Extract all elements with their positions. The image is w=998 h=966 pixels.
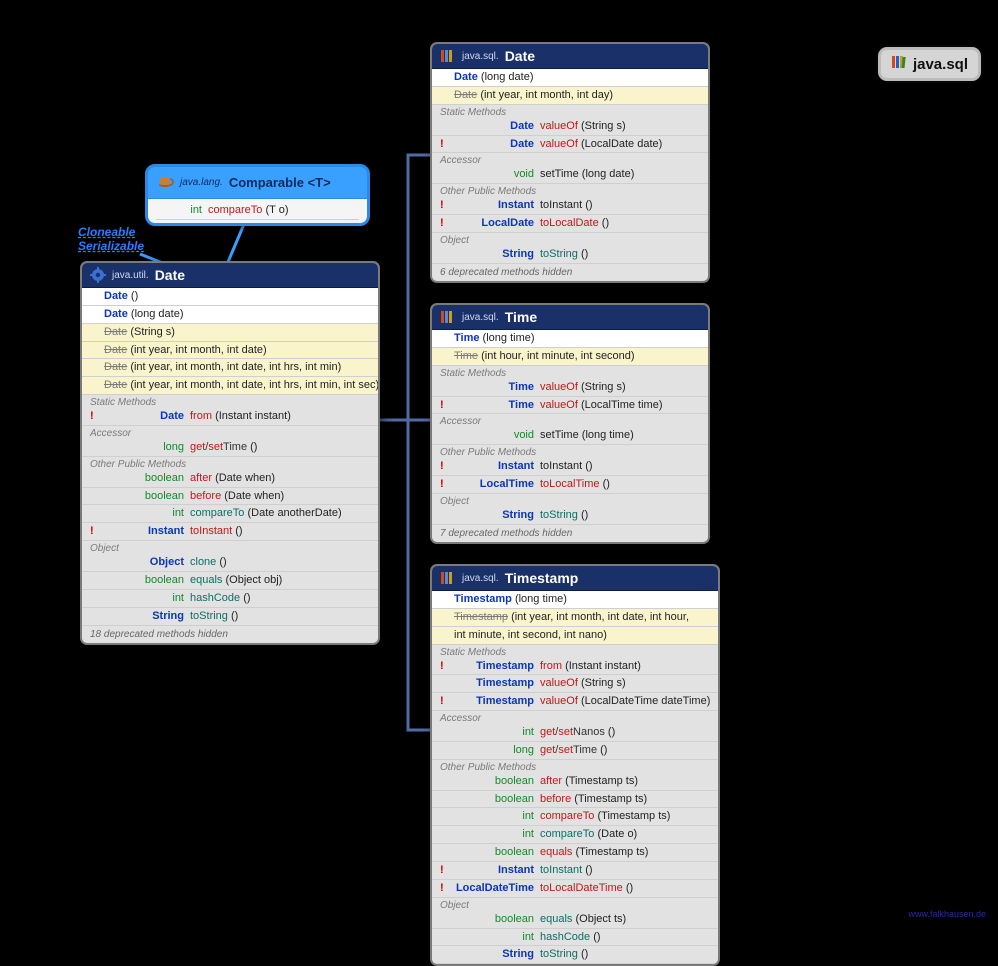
method-row: voidsetTime (long time) bbox=[432, 427, 708, 445]
method-row: intcompareTo (Timestamp ts) bbox=[432, 808, 718, 826]
method-row: !InstanttoInstant () bbox=[82, 523, 378, 541]
section-header: Accessor bbox=[432, 153, 708, 166]
comparable-pkg: java.lang. bbox=[180, 177, 223, 188]
books-icon bbox=[440, 48, 456, 64]
package-badge-label: java.sql bbox=[913, 56, 968, 73]
class-card-sql-time: java.sql.Time Time (long time)Time (int … bbox=[430, 303, 710, 544]
constructor-row: Date () bbox=[82, 288, 378, 306]
method-row: TimevalueOf (String s) bbox=[432, 379, 708, 397]
method-row: intcompareTo (Date anotherDate) bbox=[82, 505, 378, 523]
books-icon bbox=[440, 570, 456, 586]
comparable-chip: java.lang. Comparable <T> int compareTo (… bbox=[145, 164, 370, 226]
method-row: booleanafter (Timestamp ts) bbox=[432, 773, 718, 791]
card-header: java.sql.Time bbox=[432, 305, 708, 330]
constructor-row: Date (int year, int month, int day) bbox=[432, 87, 708, 105]
method-row: StringtoString () bbox=[432, 946, 718, 964]
constructor-row: Date (int year, int month, int date, int… bbox=[82, 359, 378, 377]
method-row: !LocalDatetoLocalDate () bbox=[432, 215, 708, 233]
section-header: Other Public Methods bbox=[432, 760, 718, 773]
method-row: booleanequals (Object obj) bbox=[82, 572, 378, 590]
section-header: Object bbox=[432, 494, 708, 507]
method-row: !Timestampfrom (Instant instant) bbox=[432, 658, 718, 676]
constructor-row: int minute, int second, int nano) bbox=[432, 627, 718, 645]
section-header: Static Methods bbox=[432, 105, 708, 118]
method-row: booleanbefore (Date when) bbox=[82, 488, 378, 506]
constructor-row: Date (long date) bbox=[82, 306, 378, 324]
section-header: Static Methods bbox=[82, 395, 378, 408]
gear-icon bbox=[90, 267, 106, 283]
method-row: !LocalDateTimetoLocalDateTime () bbox=[432, 880, 718, 898]
method-row: Objectclone () bbox=[82, 554, 378, 572]
constructor-row: Date (int year, int month, int date) bbox=[82, 342, 378, 360]
constructor-row: Date (String s) bbox=[82, 324, 378, 342]
section-header: Other Public Methods bbox=[82, 457, 378, 470]
constructor-row: Timestamp (long time) bbox=[432, 591, 718, 609]
constructor-row: Date (int year, int month, int date, int… bbox=[82, 377, 378, 395]
class-card-util-date: java.util.Date Date ()Date (long date)Da… bbox=[80, 261, 380, 645]
method-row: booleanbefore (Timestamp ts) bbox=[432, 791, 718, 809]
section-header: Accessor bbox=[82, 426, 378, 439]
method-row: booleanequals (Object ts) bbox=[432, 911, 718, 929]
method-row: !DatevalueOf (LocalDate date) bbox=[432, 136, 708, 154]
method-row: !Datefrom (Instant instant) bbox=[82, 408, 378, 426]
interfaces-label: Cloneable Serializable bbox=[78, 226, 144, 254]
constructor-row: Date (long date) bbox=[432, 69, 708, 87]
section-header: Static Methods bbox=[432, 645, 718, 658]
card-header: java.sql.Date bbox=[432, 44, 708, 69]
footnote: 18 deprecated methods hidden bbox=[82, 626, 378, 643]
card-header: java.util.Date bbox=[82, 263, 378, 288]
constructor-row: Timestamp (int year, int month, int date… bbox=[432, 609, 718, 627]
method-row: StringtoString () bbox=[432, 507, 708, 525]
section-header: Object bbox=[432, 898, 718, 911]
section-header: Object bbox=[82, 541, 378, 554]
method-row: !TimevalueOf (LocalTime time) bbox=[432, 397, 708, 415]
footnote: 7 deprecated methods hidden bbox=[432, 525, 708, 542]
section-header: Other Public Methods bbox=[432, 445, 708, 458]
method-row: intcompareTo (Date o) bbox=[432, 826, 718, 844]
comparable-type-param: <T> bbox=[308, 175, 331, 190]
method-row: longget/setTime () bbox=[82, 439, 378, 457]
method-row: inthashCode () bbox=[432, 929, 718, 947]
method-row: !InstanttoInstant () bbox=[432, 458, 708, 476]
method-row: intget/setNanos () bbox=[432, 724, 718, 742]
constructor-row: Time (long time) bbox=[432, 330, 708, 348]
method-row: booleanequals (Timestamp ts) bbox=[432, 844, 718, 862]
class-card-sql-timestamp: java.sql.Timestamp Timestamp (long time)… bbox=[430, 564, 720, 966]
site-url: www.falkhausen.de bbox=[908, 909, 986, 919]
package-badge: java.sql bbox=[881, 50, 978, 78]
section-header: Accessor bbox=[432, 414, 708, 427]
method-row: int compareTo (T o) bbox=[156, 202, 359, 220]
cup-icon bbox=[158, 173, 174, 192]
method-row: !TimestampvalueOf (LocalDateTime dateTim… bbox=[432, 693, 718, 711]
card-header: java.sql.Timestamp bbox=[432, 566, 718, 591]
method-row: booleanafter (Date when) bbox=[82, 470, 378, 488]
footnote: 6 deprecated methods hidden bbox=[432, 264, 708, 281]
section-header: Other Public Methods bbox=[432, 184, 708, 197]
class-card-sql-date: java.sql.Date Date (long date)Date (int … bbox=[430, 42, 710, 283]
method-row: TimestampvalueOf (String s) bbox=[432, 675, 718, 693]
section-header: Accessor bbox=[432, 711, 718, 724]
method-row: StringtoString () bbox=[432, 246, 708, 264]
method-row: longget/setTime () bbox=[432, 742, 718, 760]
constructor-row: Time (int hour, int minute, int second) bbox=[432, 348, 708, 366]
method-row: !LocalTimetoLocalTime () bbox=[432, 476, 708, 494]
comparable-name: Comparable bbox=[229, 175, 304, 190]
method-row: voidsetTime (long date) bbox=[432, 166, 708, 184]
books-icon bbox=[891, 54, 907, 74]
section-header: Object bbox=[432, 233, 708, 246]
method-row: !InstanttoInstant () bbox=[432, 862, 718, 880]
method-row: !InstanttoInstant () bbox=[432, 197, 708, 215]
method-row: inthashCode () bbox=[82, 590, 378, 608]
method-row: DatevalueOf (String s) bbox=[432, 118, 708, 136]
section-header: Static Methods bbox=[432, 366, 708, 379]
method-row: StringtoString () bbox=[82, 608, 378, 626]
books-icon bbox=[440, 309, 456, 325]
